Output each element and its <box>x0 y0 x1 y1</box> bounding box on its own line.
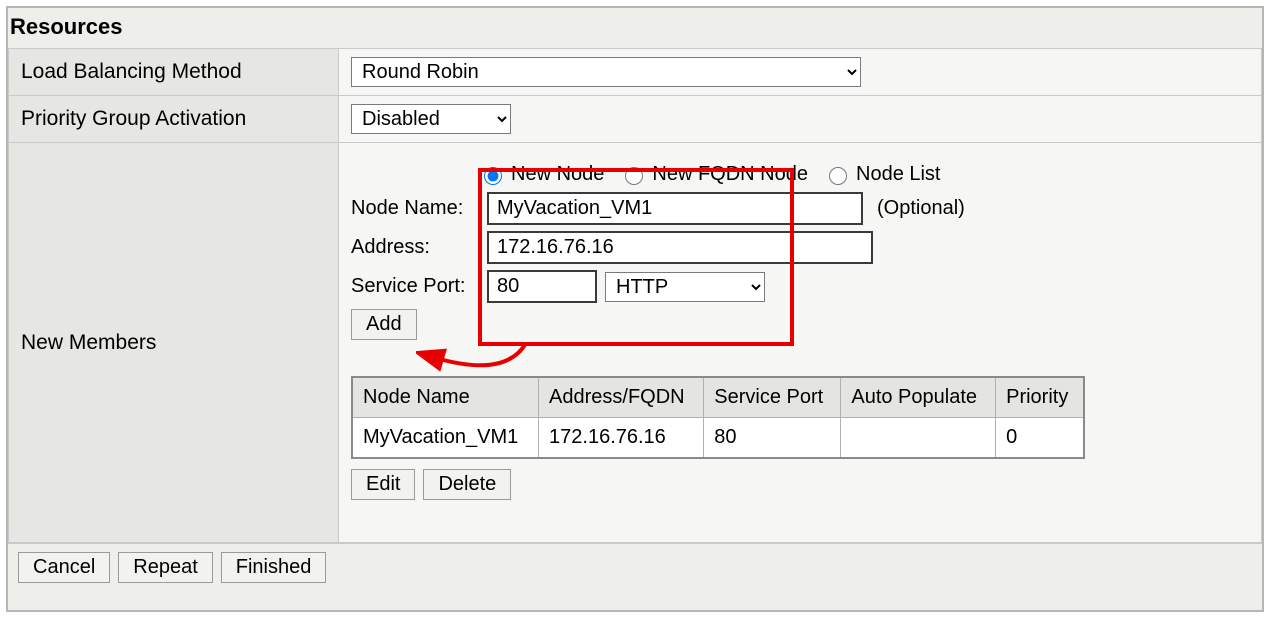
new-members-body: New Node New FQDN Node Node List <box>351 151 1249 504</box>
address-label: Address: <box>351 236 479 259</box>
service-port-input[interactable] <box>487 270 597 303</box>
add-row: Add <box>351 309 1249 340</box>
resources-form-table: Load Balancing Method Round Robin Priori… <box>8 48 1262 543</box>
section-title: Resources <box>8 8 1262 48</box>
resources-panel: Resources Load Balancing Method Round Ro… <box>6 6 1264 612</box>
radio-new-node-text: New Node <box>511 163 604 186</box>
cell-auto <box>841 418 996 459</box>
col-port: Service Port <box>704 377 841 418</box>
col-priority: Priority <box>996 377 1084 418</box>
members-table-header-row: Node Name Address/FQDN Service Port Auto… <box>352 377 1084 418</box>
node-name-row: Node Name: (Optional) <box>351 192 1249 225</box>
radio-new-fqdn-label[interactable]: New FQDN Node <box>620 163 808 186</box>
add-button[interactable]: Add <box>351 309 417 340</box>
address-row: Address: <box>351 231 1249 264</box>
edit-button[interactable]: Edit <box>351 469 415 500</box>
footer-bar: Cancel Repeat Finished <box>8 543 1262 591</box>
radio-node-list[interactable] <box>829 167 847 185</box>
lb-method-cell: Round Robin <box>339 49 1262 96</box>
finished-button[interactable]: Finished <box>221 552 327 583</box>
radio-node-list-label[interactable]: Node List <box>824 163 941 186</box>
priority-group-cell: Disabled <box>339 96 1262 143</box>
service-port-proto-select[interactable]: HTTP <box>605 272 765 302</box>
radio-new-node-label[interactable]: New Node <box>479 163 604 186</box>
radio-new-node[interactable] <box>484 167 502 185</box>
lb-method-label: Load Balancing Method <box>9 49 339 96</box>
address-input[interactable] <box>487 231 873 264</box>
node-name-input[interactable] <box>487 192 863 225</box>
col-auto: Auto Populate <box>841 377 996 418</box>
radio-new-fqdn[interactable] <box>625 167 643 185</box>
service-port-label: Service Port: <box>351 275 479 298</box>
service-port-row: Service Port: HTTP <box>351 270 1249 303</box>
cell-port: 80 <box>704 418 841 459</box>
cell-address: 172.16.76.16 <box>539 418 704 459</box>
radio-node-list-text: Node List <box>856 163 941 186</box>
node-name-optional: (Optional) <box>877 197 965 220</box>
priority-group-label: Priority Group Activation <box>9 96 339 143</box>
lb-method-select[interactable]: Round Robin <box>351 57 861 87</box>
table-actions: Edit Delete <box>351 469 1249 500</box>
table-row[interactable]: MyVacation_VM1 172.16.76.16 80 0 <box>352 418 1084 459</box>
radio-new-fqdn-text: New FQDN Node <box>652 163 808 186</box>
cell-priority: 0 <box>996 418 1084 459</box>
node-type-radiogroup: New Node New FQDN Node Node List <box>479 163 1249 186</box>
delete-button[interactable]: Delete <box>423 469 511 500</box>
col-address: Address/FQDN <box>539 377 704 418</box>
cell-node-name: MyVacation_VM1 <box>352 418 539 459</box>
new-members-label: New Members <box>9 143 339 543</box>
priority-group-select[interactable]: Disabled <box>351 104 511 134</box>
node-name-label: Node Name: <box>351 197 479 220</box>
col-node-name: Node Name <box>352 377 539 418</box>
members-table: Node Name Address/FQDN Service Port Auto… <box>351 376 1085 459</box>
cancel-button[interactable]: Cancel <box>18 552 110 583</box>
repeat-button[interactable]: Repeat <box>118 552 213 583</box>
new-members-cell: New Node New FQDN Node Node List <box>339 143 1262 543</box>
